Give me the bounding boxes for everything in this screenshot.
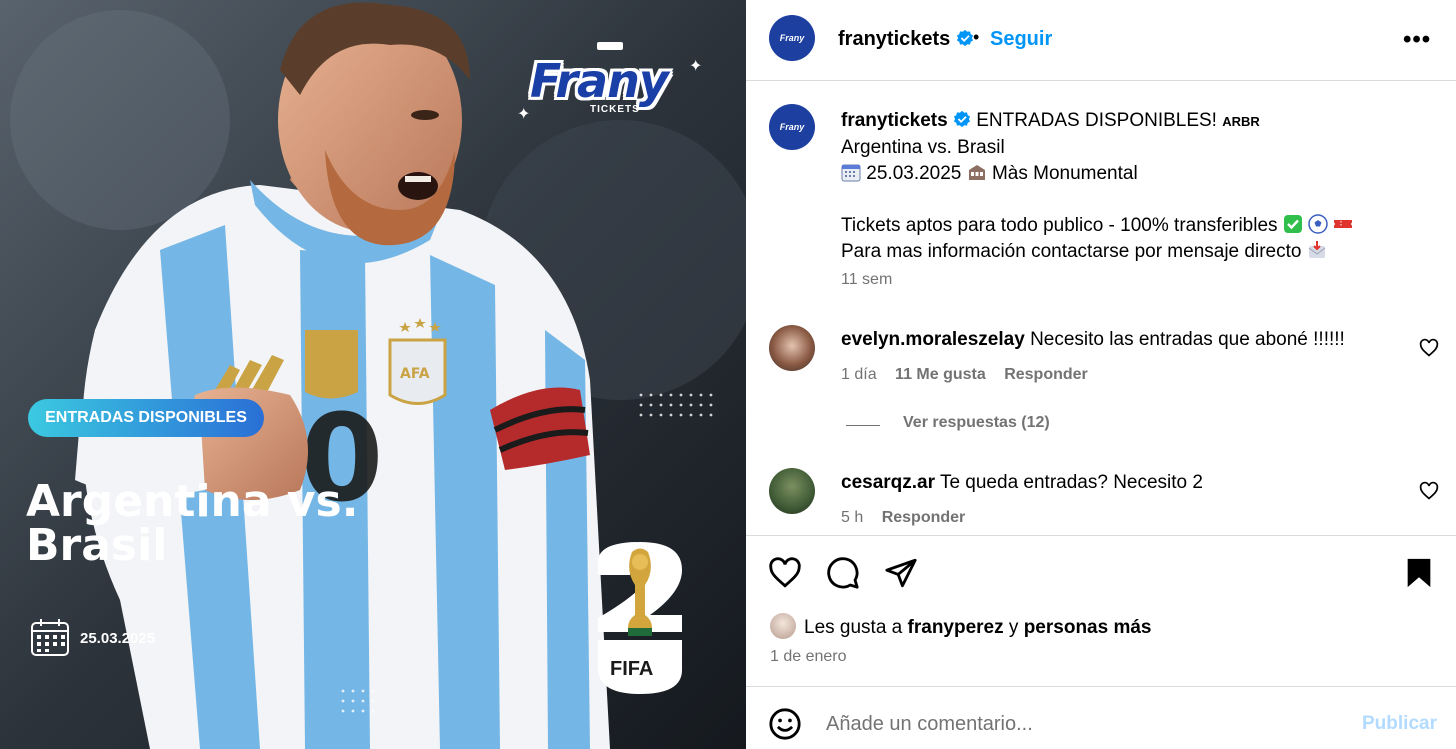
caption-venue: Màs Monumental [991, 163, 1138, 184]
comment-composer: Publicar [746, 686, 1456, 749]
caption-line4: Tickets aptos para todo publico - 100% t… [841, 215, 1278, 236]
liker-username[interactable]: franyperez [908, 617, 1004, 638]
comment-bubble-icon[interactable] [826, 556, 860, 590]
caption-username[interactable]: franytickets [841, 110, 948, 131]
comment-text: cesarqz.ar Te queda entradas? Necesito 2 [841, 472, 1203, 494]
match-title-line2: Brasil [26, 520, 168, 571]
verified-badge-icon [956, 29, 973, 47]
comment-meta: 1 día 11 Me gusta Responder [841, 366, 1088, 384]
comment-meta: 5 h Responder [841, 509, 965, 527]
calendar-emoji-icon [841, 164, 861, 182]
flags-emoji: ARBR [1222, 114, 1260, 129]
like-heart-icon[interactable] [768, 556, 802, 590]
post-image[interactable]: AFA 0 Frany TICKETS ✦ ✦ ENTRADAS DISPONI… [0, 0, 746, 749]
comment-username[interactable]: cesarqz.ar [841, 472, 935, 493]
header-username[interactable]: franytickets [838, 28, 974, 51]
comment-username[interactable]: evelyn.moraleszelay [841, 329, 1025, 350]
caption-date: 25.03.2025 [866, 163, 962, 184]
likes-prefix: Les gusta a [804, 617, 903, 638]
stadium-emoji-icon [968, 165, 985, 180]
avatar[interactable]: Frany [769, 15, 815, 61]
username-link[interactable]: franytickets [838, 28, 950, 50]
comment-like-heart-icon[interactable] [1419, 481, 1439, 501]
comment-body: Necesito las entradas que aboné !!!!!! [1030, 329, 1345, 350]
brand-logo-word: Frany [530, 54, 669, 108]
avatar-brand: Frany [779, 122, 805, 132]
comment-body: Te queda entradas? Necesito 2 [939, 472, 1203, 493]
emoji-smiley-icon[interactable] [768, 707, 802, 741]
share-paper-plane-icon[interactable] [884, 556, 918, 590]
view-replies-line [846, 425, 880, 426]
post-caption: franytickets ENTRADAS DISPONIBLES! ARBR … [841, 108, 1431, 265]
post-header: Frany franytickets • Seguir ••• [746, 0, 1456, 81]
comment-input[interactable] [826, 709, 1346, 739]
comment-time[interactable]: 5 h [841, 509, 863, 526]
event-date: 25.03.2025 [80, 630, 156, 647]
sparkle-icon: ✦ [689, 58, 703, 75]
sparkle-icon: ✦ [517, 106, 531, 123]
post-sidebar: Frany franytickets • Seguir ••• Frany fr… [746, 0, 1456, 749]
post-actions: Les gusta a franyperez y personas más 1 … [746, 535, 1456, 687]
decor-dots [341, 689, 375, 713]
logo-dash [597, 42, 623, 50]
soccer-ball-emoji-icon [1308, 214, 1328, 234]
verified-badge-icon [953, 110, 971, 128]
match-title-line1: Argentina vs. [26, 476, 359, 527]
reply-button[interactable]: Responder [1004, 366, 1088, 383]
checkmark-emoji-icon [1283, 215, 1302, 233]
calendar-icon [31, 619, 69, 656]
ticket-emoji-icon [1334, 220, 1353, 228]
brand-logo-sub: TICKETS [590, 104, 640, 115]
view-replies-button[interactable]: Ver respuestas (12) [903, 414, 1050, 432]
likes-others[interactable]: personas más [1024, 617, 1152, 638]
caption-line2: Argentina vs. Brasil [841, 137, 1005, 158]
publish-button[interactable]: Publicar [1362, 713, 1437, 735]
avatar[interactable] [769, 325, 815, 371]
inbox-emoji-icon [1308, 241, 1326, 258]
caption-headline: ENTRADAS DISPONIBLES! [976, 110, 1217, 131]
post-date[interactable]: 1 de enero [770, 648, 847, 666]
bookmark-icon[interactable] [1402, 556, 1436, 590]
follow-button[interactable]: Seguir [990, 28, 1052, 51]
caption-avatar[interactable]: Frany [769, 104, 815, 150]
separator-dot: • [973, 27, 980, 47]
comment-text: evelyn.moraleszelay Necesito las entrada… [841, 329, 1345, 351]
decor-dots [639, 393, 713, 417]
caption-line5: Para mas información contactarse por men… [841, 241, 1302, 262]
likes-mid: y [1008, 617, 1019, 638]
reply-button[interactable]: Responder [882, 509, 966, 526]
available-pill: ENTRADAS DISPONIBLES [28, 399, 264, 437]
avatar[interactable] [769, 468, 815, 514]
match-title: Argentina vs. Brasil [26, 480, 366, 568]
avatar-brand: Frany [779, 33, 805, 43]
more-options-icon[interactable]: ••• [1403, 26, 1431, 54]
comment-likes[interactable]: 11 Me gusta [895, 366, 986, 383]
liker-avatar[interactable] [770, 613, 796, 639]
fifa-wordmark: FIFA [610, 658, 654, 680]
comment-time[interactable]: 1 día [841, 366, 877, 383]
caption-time: 11 sem [841, 271, 893, 288]
comment-like-heart-icon[interactable] [1419, 338, 1439, 358]
likes-summary: Les gusta a franyperez y personas más [804, 617, 1152, 639]
